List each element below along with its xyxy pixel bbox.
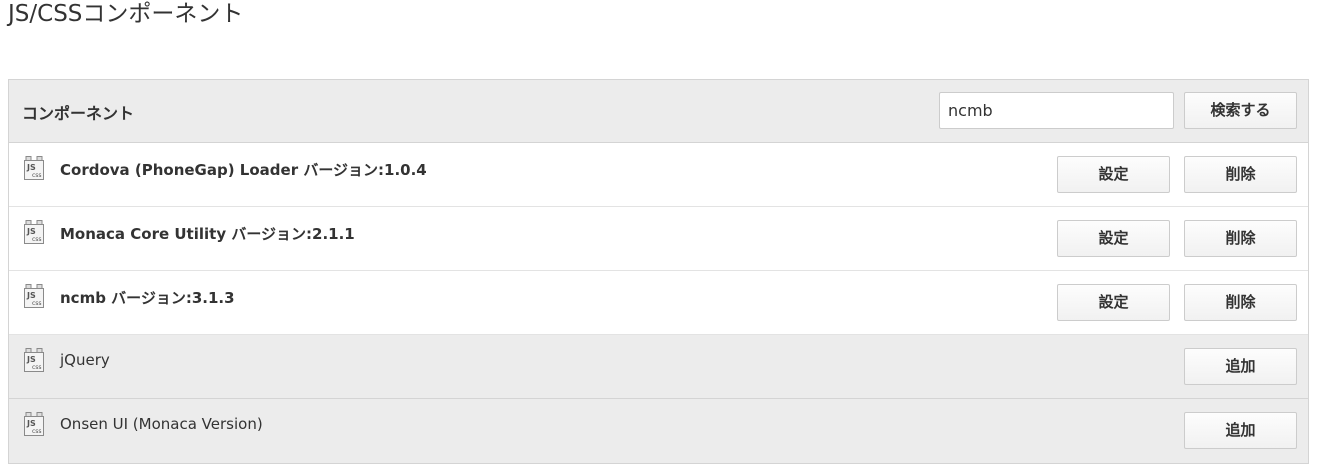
- svg-text:JS: JS: [26, 419, 36, 428]
- search-input[interactable]: [939, 92, 1174, 129]
- js-css-file-icon: JS css: [24, 284, 44, 308]
- svg-text:css: css: [32, 172, 42, 179]
- component-name: Cordova (PhoneGap) Loader バージョン:1.0.4: [60, 161, 427, 179]
- remove-button[interactable]: 削除: [1184, 156, 1297, 193]
- settings-button[interactable]: 設定: [1057, 220, 1170, 257]
- panel-header: コンポーネント 検索する: [9, 80, 1308, 143]
- svg-text:JS: JS: [26, 291, 36, 300]
- remove-button[interactable]: 削除: [1184, 220, 1297, 257]
- search-button[interactable]: 検索する: [1184, 92, 1297, 129]
- available-row-jquery: JS css jQuery 追加: [9, 335, 1308, 399]
- settings-button[interactable]: 設定: [1057, 284, 1170, 321]
- installed-row-cordova-loader: JS css Cordova (PhoneGap) Loader バージョン:1…: [9, 143, 1308, 207]
- component-name: ncmb バージョン:3.1.3: [60, 289, 235, 307]
- svg-text:JS: JS: [26, 355, 36, 364]
- js-css-file-icon: JS css: [24, 412, 44, 436]
- js-css-file-icon: JS css: [24, 220, 44, 244]
- add-button[interactable]: 追加: [1184, 412, 1297, 449]
- installed-row-ncmb: JS css ncmb バージョン:3.1.3 設定 削除: [9, 271, 1308, 335]
- svg-text:css: css: [32, 428, 42, 435]
- components-panel: コンポーネント 検索する JS css Cordova (PhoneGap) L…: [8, 79, 1309, 464]
- component-name: jQuery: [60, 351, 110, 369]
- available-row-onsen-ui: JS css Onsen UI (Monaca Version) 追加: [9, 399, 1308, 463]
- component-name: Onsen UI (Monaca Version): [60, 415, 263, 433]
- header-label: コンポーネント: [22, 104, 135, 123]
- remove-button[interactable]: 削除: [1184, 284, 1297, 321]
- svg-text:JS: JS: [26, 163, 36, 172]
- js-css-file-icon: JS css: [24, 348, 44, 372]
- page-title: JS/CSSコンポーネント: [8, 1, 244, 27]
- settings-button[interactable]: 設定: [1057, 156, 1170, 193]
- svg-text:JS: JS: [26, 227, 36, 236]
- js-css-file-icon: JS css: [24, 156, 44, 180]
- installed-row-monaca-core-utility: JS css Monaca Core Utility バージョン:2.1.1 設…: [9, 207, 1308, 271]
- svg-text:css: css: [32, 236, 42, 243]
- svg-text:css: css: [32, 300, 42, 307]
- svg-text:css: css: [32, 364, 42, 371]
- add-button[interactable]: 追加: [1184, 348, 1297, 385]
- component-name: Monaca Core Utility バージョン:2.1.1: [60, 225, 355, 243]
